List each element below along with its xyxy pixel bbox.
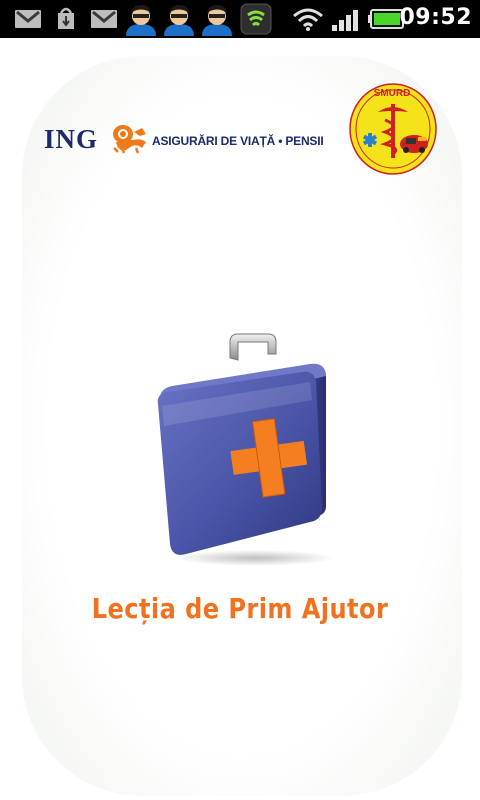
first-aid-kit-icon [157,333,335,566]
clock: 09:52 [399,5,472,30]
ing-wordmark: ING [44,124,99,154]
smurd-label: SMURD [373,88,411,99]
app-title: Lecția de Prim Ajutor [91,592,389,625]
wifi-icon [293,8,323,31]
person-icon[interactable] [162,2,196,36]
gmail-icon[interactable] [90,9,118,29]
ing-lion-icon [113,125,146,154]
sync-icon[interactable] [240,3,272,35]
splash-screen: ING ASIGURĂRI DE VIAȚĂ • PENSII SMURD Le… [0,38,480,800]
status-bar: 09:52 [0,0,480,38]
download-icon[interactable] [54,5,78,31]
ing-tagline: ASIGURĂRI DE VIAȚĂ • PENSII [152,134,324,148]
smurd-badge: SMURD [348,82,438,181]
person-icon[interactable] [200,2,234,36]
signal-icon [332,10,358,31]
gmail-icon[interactable] [14,9,42,29]
person-icon[interactable] [124,2,158,36]
